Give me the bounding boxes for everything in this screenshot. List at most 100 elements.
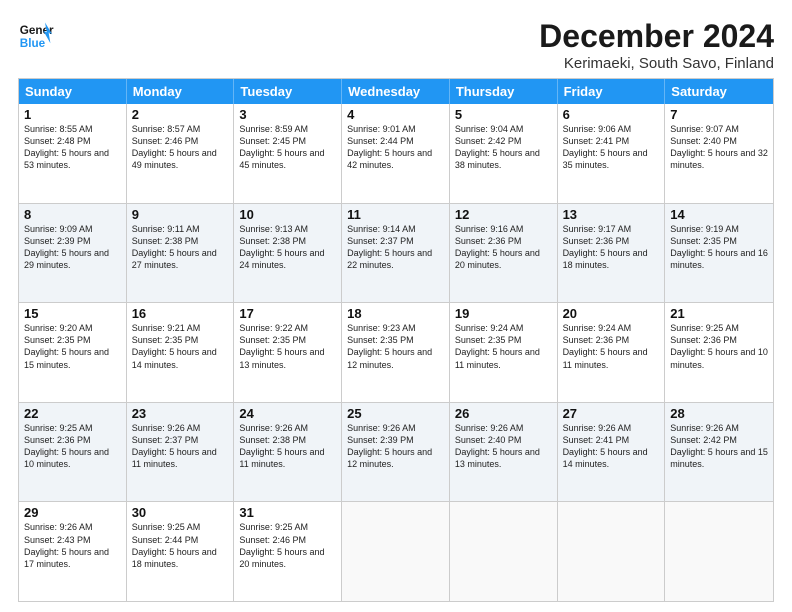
cell-2-fri: 13 Sunrise: 9:17 AMSunset: 2:36 PMDaylig… (558, 204, 666, 303)
cell-2-sun: 8 Sunrise: 9:09 AMSunset: 2:39 PMDayligh… (19, 204, 127, 303)
cell-info: Sunrise: 8:59 AMSunset: 2:45 PMDaylight:… (239, 123, 336, 172)
day-number: 30 (132, 505, 229, 520)
day-number: 14 (670, 207, 768, 222)
cell-info: Sunrise: 9:14 AMSunset: 2:37 PMDaylight:… (347, 223, 444, 272)
day-number: 25 (347, 406, 444, 421)
day-number: 12 (455, 207, 552, 222)
cell-info: Sunrise: 9:09 AMSunset: 2:39 PMDaylight:… (24, 223, 121, 272)
day-number: 17 (239, 306, 336, 321)
day-number: 9 (132, 207, 229, 222)
page: General Blue December 2024 Kerimaeki, So… (0, 0, 792, 612)
day-number: 1 (24, 107, 121, 122)
cell-info: Sunrise: 9:25 AMSunset: 2:36 PMDaylight:… (24, 422, 121, 471)
day-number: 18 (347, 306, 444, 321)
cell-info: Sunrise: 9:26 AMSunset: 2:37 PMDaylight:… (132, 422, 229, 471)
title-block: December 2024 Kerimaeki, South Savo, Fin… (539, 18, 774, 72)
header-tuesday: Tuesday (234, 79, 342, 104)
cell-1-wed: 4 Sunrise: 9:01 AMSunset: 2:44 PMDayligh… (342, 104, 450, 203)
header-saturday: Saturday (665, 79, 773, 104)
day-number: 2 (132, 107, 229, 122)
cell-1-thu: 5 Sunrise: 9:04 AMSunset: 2:42 PMDayligh… (450, 104, 558, 203)
cell-3-thu: 19 Sunrise: 9:24 AMSunset: 2:35 PMDaylig… (450, 303, 558, 402)
calendar-body: 1 Sunrise: 8:55 AMSunset: 2:48 PMDayligh… (19, 104, 773, 601)
day-number: 22 (24, 406, 121, 421)
header-thursday: Thursday (450, 79, 558, 104)
cell-info: Sunrise: 9:23 AMSunset: 2:35 PMDaylight:… (347, 322, 444, 371)
week-row-2: 8 Sunrise: 9:09 AMSunset: 2:39 PMDayligh… (19, 203, 773, 303)
cell-info: Sunrise: 9:13 AMSunset: 2:38 PMDaylight:… (239, 223, 336, 272)
header-friday: Friday (558, 79, 666, 104)
cell-info: Sunrise: 9:07 AMSunset: 2:40 PMDaylight:… (670, 123, 768, 172)
cell-3-fri: 20 Sunrise: 9:24 AMSunset: 2:36 PMDaylig… (558, 303, 666, 402)
cell-5-fri-empty (558, 502, 666, 601)
subtitle: Kerimaeki, South Savo, Finland (539, 55, 774, 72)
cell-info: Sunrise: 8:57 AMSunset: 2:46 PMDaylight:… (132, 123, 229, 172)
cell-2-sat: 14 Sunrise: 9:19 AMSunset: 2:35 PMDaylig… (665, 204, 773, 303)
day-number: 16 (132, 306, 229, 321)
cell-2-wed: 11 Sunrise: 9:14 AMSunset: 2:37 PMDaylig… (342, 204, 450, 303)
main-title: December 2024 (539, 18, 774, 55)
cell-info: Sunrise: 9:01 AMSunset: 2:44 PMDaylight:… (347, 123, 444, 172)
day-number: 6 (563, 107, 660, 122)
cell-info: Sunrise: 9:06 AMSunset: 2:41 PMDaylight:… (563, 123, 660, 172)
cell-5-mon: 30 Sunrise: 9:25 AMSunset: 2:44 PMDaylig… (127, 502, 235, 601)
day-number: 8 (24, 207, 121, 222)
svg-text:Blue: Blue (20, 37, 46, 50)
cell-info: Sunrise: 9:25 AMSunset: 2:36 PMDaylight:… (670, 322, 768, 371)
cell-5-thu-empty (450, 502, 558, 601)
cell-info: Sunrise: 9:26 AMSunset: 2:42 PMDaylight:… (670, 422, 768, 471)
cell-info: Sunrise: 9:04 AMSunset: 2:42 PMDaylight:… (455, 123, 552, 172)
calendar: Sunday Monday Tuesday Wednesday Thursday… (18, 78, 774, 602)
cell-1-fri: 6 Sunrise: 9:06 AMSunset: 2:41 PMDayligh… (558, 104, 666, 203)
day-number: 20 (563, 306, 660, 321)
day-number: 24 (239, 406, 336, 421)
cell-info: Sunrise: 9:26 AMSunset: 2:39 PMDaylight:… (347, 422, 444, 471)
week-row-4: 22 Sunrise: 9:25 AMSunset: 2:36 PMDaylig… (19, 402, 773, 502)
day-number: 28 (670, 406, 768, 421)
header-monday: Monday (127, 79, 235, 104)
day-number: 13 (563, 207, 660, 222)
cell-info: Sunrise: 9:26 AMSunset: 2:41 PMDaylight:… (563, 422, 660, 471)
cell-2-mon: 9 Sunrise: 9:11 AMSunset: 2:38 PMDayligh… (127, 204, 235, 303)
cell-info: Sunrise: 9:25 AMSunset: 2:46 PMDaylight:… (239, 521, 336, 570)
cell-info: Sunrise: 8:55 AMSunset: 2:48 PMDaylight:… (24, 123, 121, 172)
cell-3-wed: 18 Sunrise: 9:23 AMSunset: 2:35 PMDaylig… (342, 303, 450, 402)
cell-4-fri: 27 Sunrise: 9:26 AMSunset: 2:41 PMDaylig… (558, 403, 666, 502)
day-number: 27 (563, 406, 660, 421)
calendar-header: Sunday Monday Tuesday Wednesday Thursday… (19, 79, 773, 104)
header-sunday: Sunday (19, 79, 127, 104)
logo: General Blue (18, 18, 54, 54)
day-number: 15 (24, 306, 121, 321)
header-wednesday: Wednesday (342, 79, 450, 104)
cell-2-tue: 10 Sunrise: 9:13 AMSunset: 2:38 PMDaylig… (234, 204, 342, 303)
cell-3-tue: 17 Sunrise: 9:22 AMSunset: 2:35 PMDaylig… (234, 303, 342, 402)
day-number: 29 (24, 505, 121, 520)
cell-4-sat: 28 Sunrise: 9:26 AMSunset: 2:42 PMDaylig… (665, 403, 773, 502)
cell-4-thu: 26 Sunrise: 9:26 AMSunset: 2:40 PMDaylig… (450, 403, 558, 502)
cell-1-sat: 7 Sunrise: 9:07 AMSunset: 2:40 PMDayligh… (665, 104, 773, 203)
cell-info: Sunrise: 9:22 AMSunset: 2:35 PMDaylight:… (239, 322, 336, 371)
day-number: 5 (455, 107, 552, 122)
cell-3-mon: 16 Sunrise: 9:21 AMSunset: 2:35 PMDaylig… (127, 303, 235, 402)
cell-1-tue: 3 Sunrise: 8:59 AMSunset: 2:45 PMDayligh… (234, 104, 342, 203)
cell-4-mon: 23 Sunrise: 9:26 AMSunset: 2:37 PMDaylig… (127, 403, 235, 502)
day-number: 21 (670, 306, 768, 321)
cell-1-sun: 1 Sunrise: 8:55 AMSunset: 2:48 PMDayligh… (19, 104, 127, 203)
logo-icon: General Blue (18, 18, 54, 54)
cell-5-sun: 29 Sunrise: 9:26 AMSunset: 2:43 PMDaylig… (19, 502, 127, 601)
cell-5-wed-empty (342, 502, 450, 601)
cell-info: Sunrise: 9:17 AMSunset: 2:36 PMDaylight:… (563, 223, 660, 272)
cell-info: Sunrise: 9:19 AMSunset: 2:35 PMDaylight:… (670, 223, 768, 272)
week-row-3: 15 Sunrise: 9:20 AMSunset: 2:35 PMDaylig… (19, 302, 773, 402)
cell-info: Sunrise: 9:26 AMSunset: 2:43 PMDaylight:… (24, 521, 121, 570)
cell-5-tue: 31 Sunrise: 9:25 AMSunset: 2:46 PMDaylig… (234, 502, 342, 601)
cell-4-wed: 25 Sunrise: 9:26 AMSunset: 2:39 PMDaylig… (342, 403, 450, 502)
day-number: 7 (670, 107, 768, 122)
week-row-5: 29 Sunrise: 9:26 AMSunset: 2:43 PMDaylig… (19, 501, 773, 601)
cell-info: Sunrise: 9:26 AMSunset: 2:38 PMDaylight:… (239, 422, 336, 471)
cell-info: Sunrise: 9:25 AMSunset: 2:44 PMDaylight:… (132, 521, 229, 570)
day-number: 31 (239, 505, 336, 520)
cell-1-mon: 2 Sunrise: 8:57 AMSunset: 2:46 PMDayligh… (127, 104, 235, 203)
day-number: 11 (347, 207, 444, 222)
cell-5-sat-empty (665, 502, 773, 601)
